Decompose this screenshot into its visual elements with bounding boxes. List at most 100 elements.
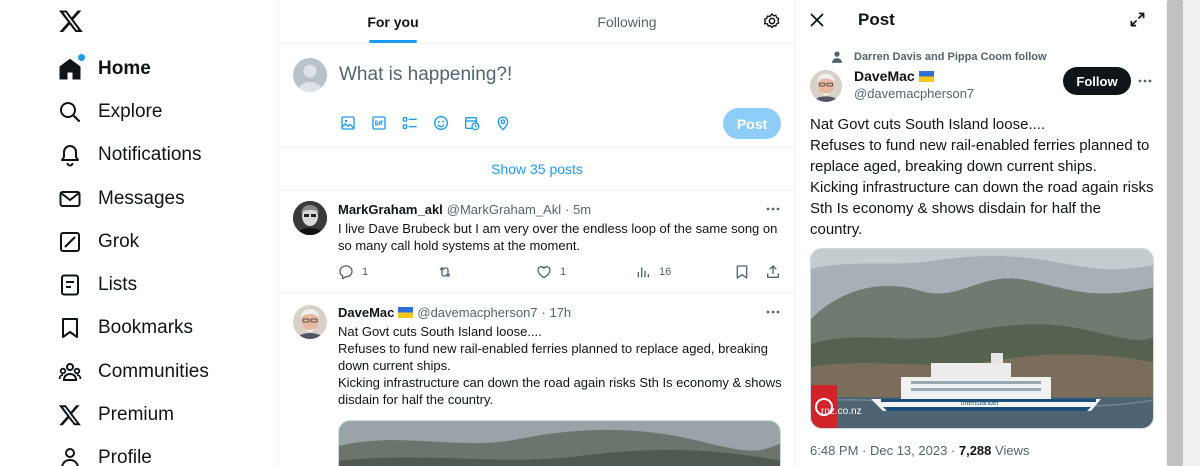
post-text: Nat Govt cuts South Island loose.... Ref… [810, 114, 1155, 240]
views-label: Views [991, 443, 1030, 458]
reply-button[interactable]: 1 [338, 264, 368, 280]
share-icon [767, 265, 779, 278]
avatar[interactable] [810, 70, 842, 102]
show-new-posts-button[interactable]: Show 35 posts [279, 148, 794, 191]
post-text-line: Refuses to fund new rail-enabled ferries… [810, 137, 1150, 175]
emoji-icon[interactable] [433, 115, 449, 131]
post-text-line: Kicking infrastructure can down the road… [810, 179, 1154, 238]
left-sidebar: Home Explore Notifications Messages Grok… [0, 0, 279, 466]
scrollbar-thumb[interactable] [1167, 0, 1183, 466]
home-icon [58, 54, 85, 81]
repost-button[interactable] [437, 264, 461, 280]
like-button[interactable]: 1 [536, 264, 566, 280]
share-button[interactable] [765, 264, 789, 280]
social-context-text: Darren Davis and Pippa Coom follow [854, 51, 1047, 63]
nav-explore[interactable]: Explore [58, 94, 162, 130]
person-icon [832, 51, 842, 63]
nav-grok[interactable]: Grok [58, 224, 139, 260]
nav-label: Profile [98, 447, 152, 466]
nav-label: Bookmarks [98, 317, 194, 338]
more-icon[interactable] [1137, 73, 1153, 89]
views-button[interactable]: 16 [635, 264, 671, 280]
home-timeline: For you Following What is happening?! Po… [279, 0, 795, 466]
schedule-icon[interactable] [464, 115, 480, 131]
post-button[interactable]: Post [723, 108, 781, 139]
nav-notifications[interactable]: Notifications [58, 137, 202, 173]
tweet-text: Nat Govt cuts South Island loose.... Ref… [338, 323, 783, 408]
tweet-text-line: Nat Govt cuts South Island loose.... [338, 324, 542, 339]
post-meta: 6:48 PM · Dec 13, 2023 · 7,288 Views [810, 443, 1029, 458]
tweet[interactable]: MarkGraham_akl @MarkGraham_Akl · 5m I li… [279, 191, 794, 293]
nav-messages[interactable]: Messages [58, 181, 185, 217]
nav-lists[interactable]: Lists [58, 267, 137, 303]
nav-label: Communities [98, 361, 209, 382]
expand-icon[interactable] [1130, 12, 1145, 27]
nav-bookmarks[interactable]: Bookmarks [58, 310, 193, 346]
nav-premium[interactable]: Premium [58, 397, 174, 433]
avatar[interactable] [293, 305, 327, 339]
author-handle[interactable]: @davemacpherson7 [417, 305, 537, 320]
more-icon[interactable] [765, 304, 781, 320]
avatar[interactable] [293, 201, 327, 235]
tab-for-you[interactable]: For you [279, 0, 507, 44]
author-handle[interactable]: @davemacpherson7 [854, 86, 974, 101]
follow-button[interactable]: Follow [1063, 67, 1131, 95]
tweet-header: MarkGraham_akl @MarkGraham_Akl · 5m [338, 202, 591, 217]
avatar[interactable] [293, 58, 327, 92]
list-icon [58, 273, 82, 297]
nav-profile[interactable]: Profile [58, 440, 152, 466]
close-icon[interactable] [810, 13, 824, 27]
tweet-text-line: Refuses to fund new rail-enabled ferries… [338, 341, 768, 373]
author-name: DaveMac [854, 68, 915, 84]
bookmark-button[interactable] [734, 264, 758, 280]
nav-label: Lists [98, 274, 138, 295]
author-handle[interactable]: @MarkGraham_Akl [447, 202, 561, 217]
image-icon[interactable] [340, 115, 356, 131]
nav-communities[interactable]: Communities [58, 354, 209, 390]
ukraine-flag-icon [918, 70, 934, 82]
repost-icon [439, 267, 451, 277]
timeline-tabs: For you Following [279, 0, 794, 44]
post-image[interactable]: interislander rnz.co.nz [810, 248, 1154, 429]
nav-label: Premium [98, 404, 175, 425]
ukraine-flag-icon [398, 307, 414, 318]
author-name-row[interactable]: DaveMac [854, 68, 934, 84]
people-icon [58, 360, 82, 384]
nav-home[interactable]: Home [58, 51, 151, 87]
post-text-line: Nat Govt cuts South Island loose.... [810, 116, 1046, 133]
x-logo-icon [58, 403, 82, 427]
ship-name: interislander [961, 400, 1000, 407]
x-logo-icon[interactable] [58, 8, 84, 34]
new-posts-dot [78, 54, 85, 61]
tweet-time[interactable]: · 5m [565, 202, 591, 217]
author-name[interactable]: MarkGraham_akl [338, 202, 443, 217]
tab-label: For you [367, 14, 419, 30]
view-count: 7,288 [958, 443, 992, 458]
poll-icon[interactable] [402, 115, 418, 131]
tab-following[interactable]: Following [507, 0, 747, 44]
author-name[interactable]: DaveMac [338, 305, 394, 320]
tweet[interactable]: DaveMac @davemacpherson7 · 17h Nat Govt … [279, 293, 794, 466]
tweet-text: I live Dave Brubeck but I am very over t… [338, 221, 778, 253]
gear-icon[interactable] [763, 12, 781, 30]
nav-label: Home [98, 58, 151, 79]
view-count: 16 [659, 266, 672, 278]
nav-label: Messages [98, 188, 185, 209]
nav-label: Explore [98, 101, 163, 122]
post-timestamp[interactable]: 6:48 PM · Dec 13, 2023 · [810, 443, 959, 458]
active-tab-indicator [369, 40, 417, 43]
person-icon [58, 446, 82, 466]
tweet-text-line: Kicking infrastructure can down the road… [338, 375, 782, 407]
tweet-time[interactable]: · 17h [542, 305, 572, 320]
more-icon[interactable] [765, 201, 781, 217]
compose-input[interactable]: What is happening?! [339, 64, 512, 86]
social-context[interactable]: Darren Davis and Pippa Coom follow [830, 50, 1047, 64]
bookmark-icon [736, 265, 748, 279]
bell-icon [58, 143, 82, 167]
nav-label: Notifications [98, 144, 202, 165]
location-icon[interactable] [495, 115, 511, 131]
post-detail-panel: Post Darren Davis and Pippa Coom follow … [796, 0, 1166, 466]
gif-icon[interactable] [371, 115, 387, 131]
tweet-image[interactable] [338, 420, 781, 466]
reply-icon [339, 265, 353, 280]
